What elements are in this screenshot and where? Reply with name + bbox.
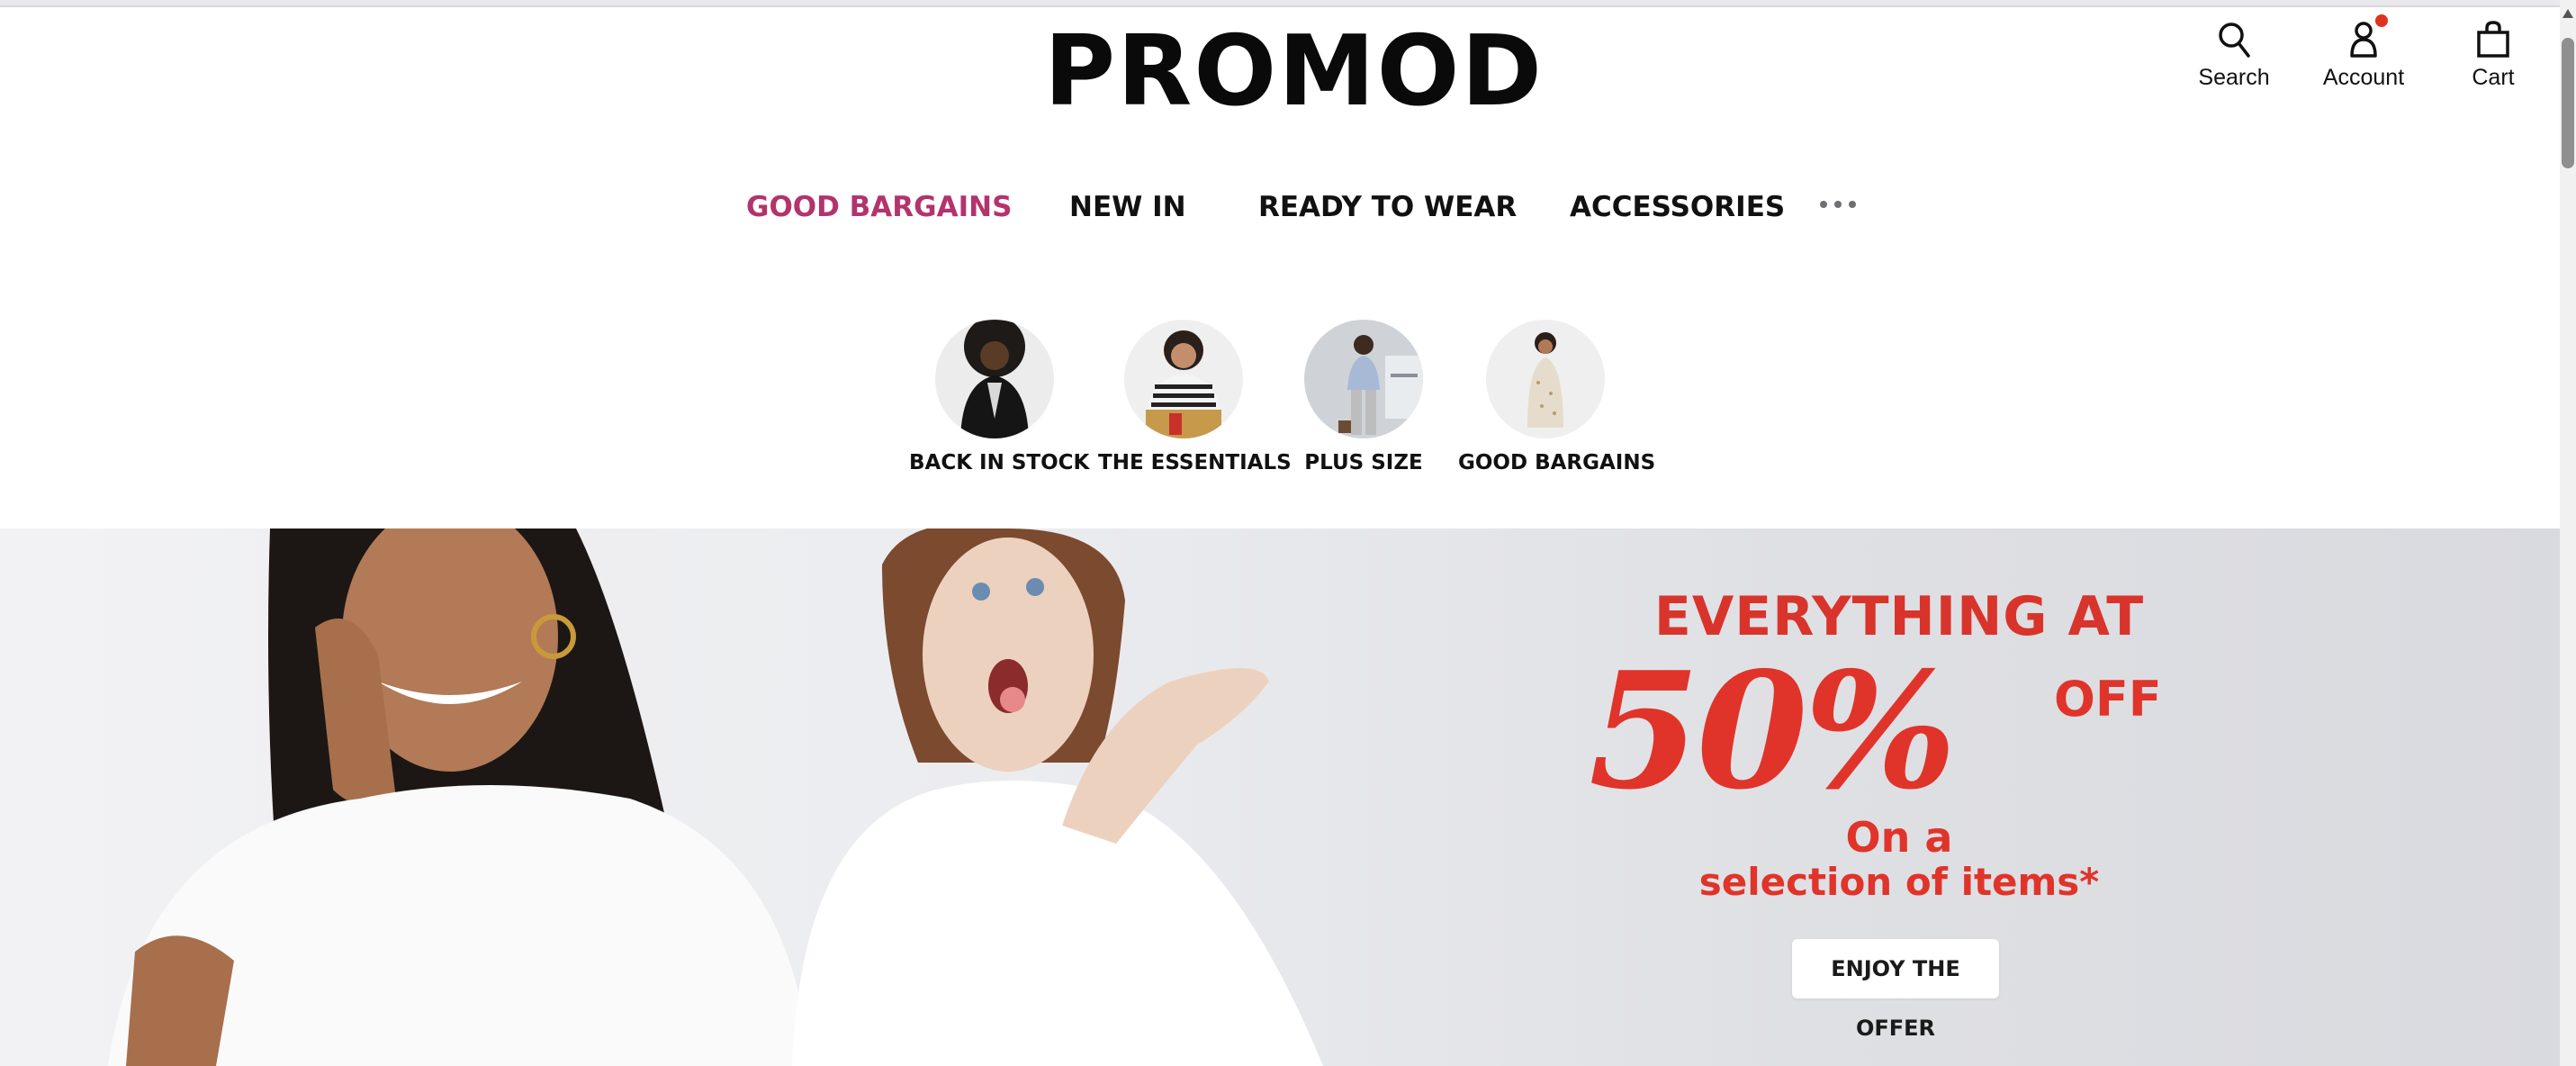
- page-scrollbar[interactable]: [2560, 0, 2576, 1066]
- category-image-plus-size: [1304, 320, 1423, 438]
- account-label: Account: [2322, 65, 2405, 90]
- account-button[interactable]: Account: [2301, 14, 2427, 101]
- category-the-essentials[interactable]: THE ESSENTIALS: [1098, 320, 1292, 474]
- category-label: PLUS SIZE: [1304, 451, 1423, 474]
- hero-subtitle-line2: selection of items*: [1698, 860, 2100, 904]
- account-notification-dot: [2375, 14, 2388, 27]
- hero-subtitle-line1: On a: [1845, 813, 1953, 862]
- brand-logo[interactable]: PROMOD: [1044, 18, 1542, 126]
- account-icon: [2350, 22, 2377, 58]
- enjoy-offer-button[interactable]: ENJOY THE OFFER: [1792, 939, 1999, 1041]
- category-good-bargains[interactable]: GOOD BARGAINS: [1458, 320, 1656, 474]
- search-button[interactable]: Search: [2171, 20, 2297, 101]
- hero-off-label: OFF: [2054, 671, 2162, 727]
- hero-percent: 50%: [1589, 637, 1957, 825]
- nav-item-new-in[interactable]: NEW IN: [1069, 185, 1186, 230]
- nav-item-accessories[interactable]: ACCESSORIES: [1570, 185, 1785, 230]
- cart-button[interactable]: Cart: [2430, 20, 2556, 101]
- nav-item-good-bargains[interactable]: GOOD BARGAINS: [746, 185, 1012, 230]
- category-image-the-essentials: [1124, 320, 1243, 438]
- browser-top-edge: [0, 0, 2560, 7]
- cart-label: Cart: [2472, 65, 2515, 90]
- scrollbar-thumb[interactable]: [2562, 38, 2574, 168]
- category-image-back-in-stock: [935, 320, 1054, 438]
- category-image-good-bargains: [1486, 320, 1605, 438]
- search-label: Search: [2198, 65, 2270, 90]
- main-navigation: GOOD BARGAINS NEW IN READY TO WEAR ACCES…: [0, 185, 2560, 230]
- hero-photo: [108, 528, 1323, 1066]
- bag-icon: [2477, 21, 2509, 58]
- category-label: THE ESSENTIALS: [1098, 451, 1292, 474]
- scroll-up-arrow-icon[interactable]: [2562, 9, 2573, 18]
- category-back-in-stock[interactable]: BACK IN STOCK: [909, 320, 1090, 474]
- more-dots-icon[interactable]: [1820, 201, 1856, 208]
- category-label: BACK IN STOCK: [909, 451, 1090, 474]
- search-icon: [2219, 23, 2250, 58]
- nav-item-ready-to-wear[interactable]: READY TO WEAR: [1258, 185, 1517, 230]
- category-label: GOOD BARGAINS: [1458, 451, 1656, 474]
- category-plus-size[interactable]: PLUS SIZE: [1278, 320, 1449, 474]
